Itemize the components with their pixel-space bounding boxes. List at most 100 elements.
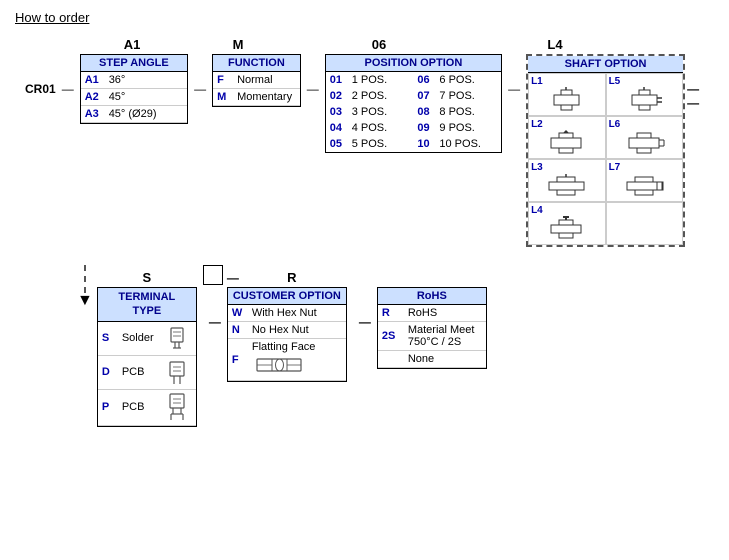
code-2s: 2S — [378, 322, 404, 351]
bottom-section: ▼ S — R TERMINAL TYPE — [77, 265, 714, 427]
customer-square — [203, 265, 223, 285]
trailing-dash: — — — [687, 82, 714, 110]
val-f: Normal — [233, 72, 300, 89]
val-2s: Material Meet 750°C / 2S — [404, 322, 486, 351]
position-header: POSITION OPTION — [326, 55, 501, 72]
code-a2: A2 — [81, 89, 105, 106]
top-row: CR01 — STEP ANGLE A1 36° A2 45° A3 45° (… — [25, 54, 714, 247]
arrow-container: ▼ — [77, 265, 93, 309]
table-row: F Flatting Face — [228, 339, 346, 381]
table-row: None — [378, 351, 486, 368]
shaft-cell-l1: L1 — [528, 73, 606, 116]
pcb-d-icon — [161, 355, 196, 389]
code-none — [378, 351, 404, 368]
shaft-code-l6: L6 — [609, 119, 621, 130]
code-m: M — [213, 89, 233, 106]
list-item: 011 POS. — [326, 72, 414, 88]
table-row: F Normal — [213, 72, 300, 89]
page-title: How to order — [15, 10, 714, 25]
position-grid: 011 POS. 022 POS. 033 POS. 044 POS. 055 … — [326, 72, 501, 152]
terminal-table: S Solder — [98, 322, 196, 426]
rohs-table: R RoHS 2S Material Meet 750°C / 2S None — [378, 305, 486, 368]
rohs-header: RoHS — [378, 288, 486, 305]
dash2: — — [194, 82, 206, 96]
pcb-p-icon — [161, 389, 196, 425]
label-with-hex: With Hex Nut — [248, 305, 346, 322]
label-06: 06 — [289, 37, 469, 52]
val-rohs: RoHS — [404, 305, 486, 322]
val-a2: 45° — [105, 89, 187, 106]
shaft-cell-l6: L6 — [606, 116, 684, 159]
shaft-img-l5 — [617, 87, 672, 113]
list-item: 044 POS. — [326, 120, 414, 136]
table-row: A1 36° — [81, 72, 187, 89]
bottom-labels-row: S — R — [97, 265, 493, 285]
shaft-header: SHAFT OPTION — [528, 56, 683, 73]
label-flat-cell: Flatting Face — [248, 339, 346, 381]
table-row: S Solder — [98, 322, 196, 356]
rohs-box: RoHS R RoHS 2S Material Meet 750°C / 2S — [377, 287, 487, 369]
code-a3: A3 — [81, 106, 105, 123]
list-item: 055 POS. — [326, 136, 414, 152]
shaft-cell-l4: L4 — [528, 202, 606, 245]
shaft-img-l1 — [539, 87, 594, 113]
bottom-boxes-area: S — R TERMINAL TYPE S Sold — [97, 265, 493, 427]
val-a1: 36° — [105, 72, 187, 89]
dash3: — — [307, 82, 319, 96]
list-item: 033 POS. — [326, 104, 414, 120]
shaft-cell-l3: L3 — [528, 159, 606, 202]
shaft-img-l6 — [617, 130, 672, 156]
customer-box: CUSTOMER OPTION W With Hex Nut N No Hex … — [227, 287, 347, 382]
table-row: A3 45° (Ø29) — [81, 106, 187, 123]
dashed-line-v — [84, 265, 86, 293]
shaft-cell-l7: L7 — [606, 159, 684, 202]
code-a1: A1 — [81, 72, 105, 89]
bottom-boxes-row: TERMINAL TYPE S Solder — [97, 287, 493, 427]
shaft-code-l5: L5 — [609, 76, 621, 87]
shaft-cell-l5: L5 — [606, 73, 684, 116]
shaft-code-l2: L2 — [531, 119, 543, 130]
label-r: R — [237, 270, 347, 285]
shaft-grid: L1 L5 — [528, 73, 683, 245]
dash1: — — [62, 82, 74, 96]
table-row: P PCB — [98, 389, 196, 425]
shaft-img-l2 — [539, 130, 594, 156]
table-row: D PCB — [98, 355, 196, 389]
pos-left-col: 011 POS. 022 POS. 033 POS. 044 POS. 055 … — [326, 72, 414, 152]
list-item: 066 POS. — [413, 72, 501, 88]
page-container: How to order A1 M 06 L4 CR01 — STEP ANGL… — [15, 10, 714, 427]
label-m: M — [193, 37, 283, 52]
val-none: None — [404, 351, 486, 368]
code-f: F — [213, 72, 233, 89]
arrow-down-icon: ▼ — [77, 293, 93, 309]
label-s: S — [97, 270, 197, 285]
flatting-face-icon — [252, 353, 307, 375]
list-item: 077 POS. — [413, 88, 501, 104]
shaft-img-l4 — [539, 216, 594, 242]
step-angle-header: STEP ANGLE — [81, 55, 187, 72]
val-a3: 45° (Ø29) — [105, 106, 187, 123]
label-pcb-p: PCB — [118, 389, 161, 425]
label-a1: A1 — [77, 37, 187, 52]
function-box: FUNCTION F Normal M Momentary — [212, 54, 301, 107]
customer-header: CUSTOMER OPTION — [228, 288, 346, 305]
pos-right-col: 066 POS. 077 POS. 088 POS. 099 POS. 1010… — [413, 72, 501, 152]
solder-icon — [161, 322, 196, 356]
list-item: 1010 POS. — [413, 136, 501, 152]
shaft-cell-l2: L2 — [528, 116, 606, 159]
shaft-code-l4: L4 — [531, 205, 543, 216]
code-d: D — [98, 355, 118, 389]
terminal-header: TERMINAL TYPE — [98, 288, 196, 322]
dash4: — — [508, 82, 520, 96]
step-angle-table: A1 36° A2 45° A3 45° (Ø29) — [81, 72, 187, 123]
function-table: F Normal M Momentary — [213, 72, 300, 106]
bottom-dash: — — [227, 271, 233, 285]
shaft-cell-empty — [606, 202, 684, 245]
table-row: M Momentary — [213, 89, 300, 106]
code-p: P — [98, 389, 118, 425]
shaft-img-l3 — [539, 173, 594, 199]
label-solder: Solder — [118, 322, 161, 356]
label-l4: L4 — [475, 37, 635, 52]
code-w: W — [228, 305, 248, 322]
shaft-img-l7 — [617, 173, 672, 199]
